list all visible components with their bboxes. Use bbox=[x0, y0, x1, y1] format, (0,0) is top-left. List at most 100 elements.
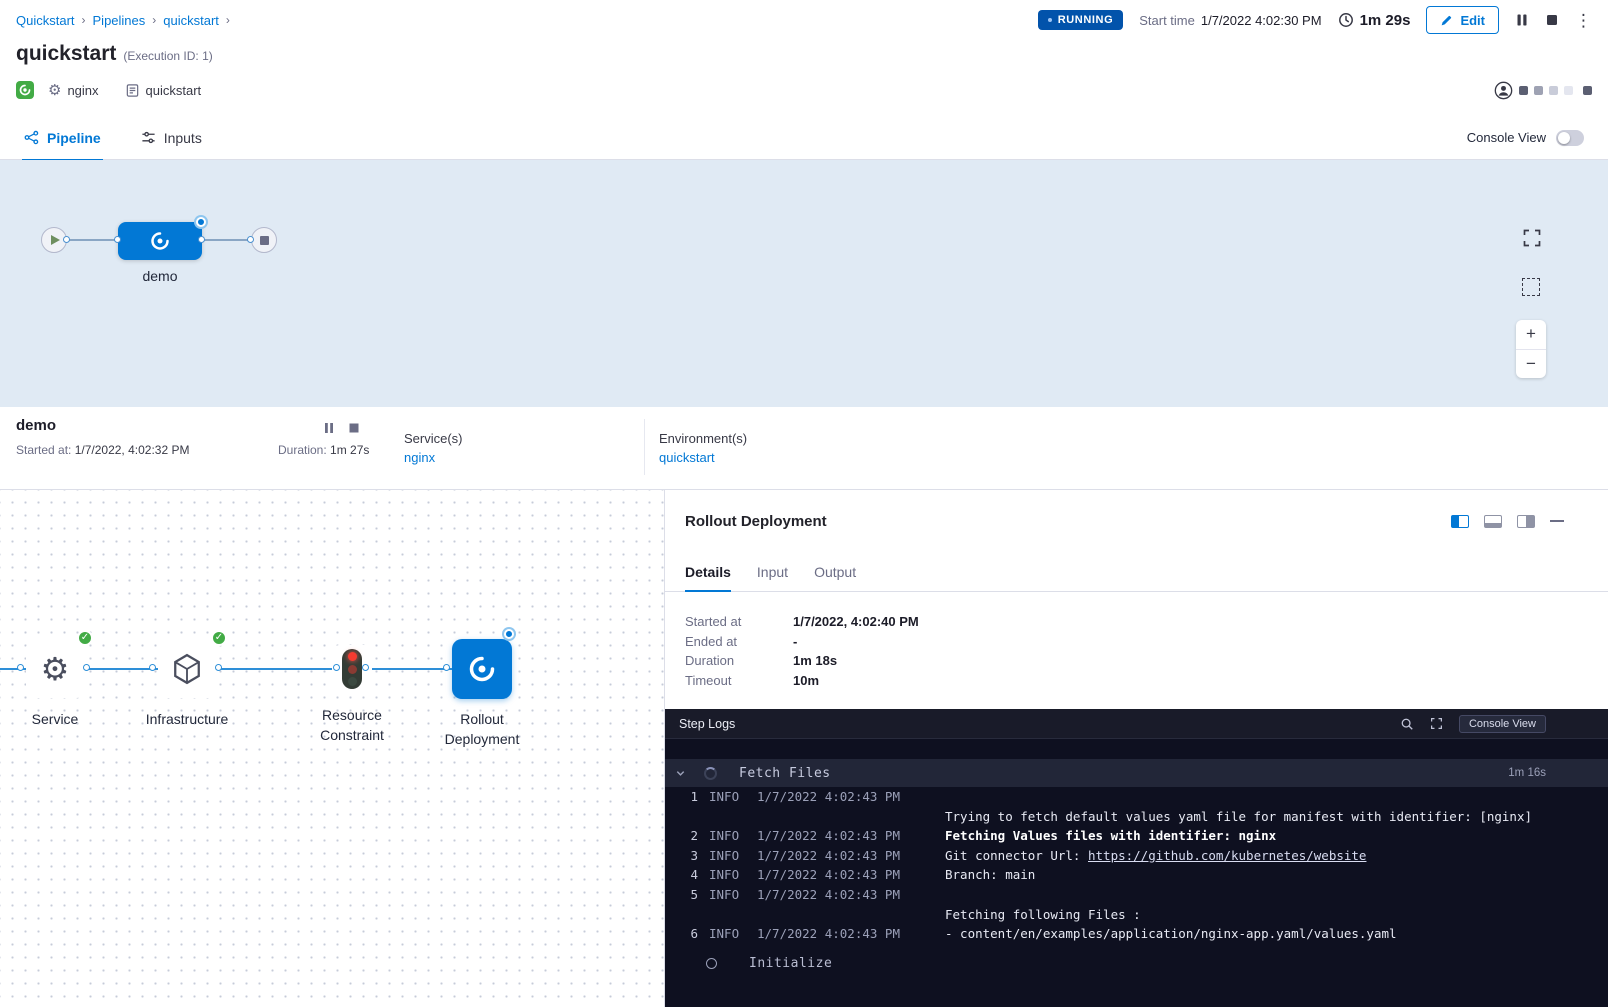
step-node-infrastructure[interactable] bbox=[158, 640, 216, 698]
pipeline-name-chip[interactable]: quickstart bbox=[146, 83, 202, 98]
log-level bbox=[709, 807, 743, 827]
elapsed-time: 1m 29s bbox=[1338, 12, 1411, 29]
canvas-select-icon[interactable] bbox=[1522, 278, 1540, 296]
log-timestamp: 1/7/2022 4:02:43 PM bbox=[757, 787, 907, 807]
rollout-step-icon bbox=[468, 655, 496, 683]
tab-input[interactable]: Input bbox=[757, 552, 788, 591]
stage-execution-canvas[interactable]: ⚙ ✓ ✓ Service In bbox=[0, 490, 665, 1007]
detail-label: Ended at bbox=[685, 632, 793, 652]
log-line: 3 INFO 1/7/2022 4:02:43 PM Git connector… bbox=[665, 846, 1608, 866]
stage-running-indicator bbox=[196, 217, 206, 227]
edge-connector-dot bbox=[215, 664, 222, 671]
pipeline-end-node bbox=[251, 227, 277, 253]
breadcrumb-pipelines[interactable]: Pipelines bbox=[93, 13, 146, 28]
pipeline-doc-icon bbox=[125, 83, 140, 98]
edge-connector-dot bbox=[17, 664, 24, 671]
summary-started: Started at: 1/7/2022, 4:02:32 PM bbox=[16, 443, 189, 457]
step-logs-title: Step Logs bbox=[679, 717, 735, 731]
log-line-number: 5 bbox=[684, 885, 698, 905]
git-connector-link[interactable]: https://github.com/kubernetes/website bbox=[1088, 848, 1366, 863]
step-details-list: Started at 1/7/2022, 4:02:40 PM Ended at… bbox=[665, 592, 1608, 690]
layout-split-right-icon[interactable] bbox=[1517, 515, 1535, 528]
top-bar-actions: RUNNING Start time 1/7/2022 4:02:30 PM 1… bbox=[1038, 6, 1592, 34]
chevron-down-icon[interactable] bbox=[675, 768, 686, 779]
log-line: 1 INFO 1/7/2022 4:02:43 PM bbox=[665, 787, 1608, 807]
log-line: 6 INFO 1/7/2022 4:02:43 PM - content/en/… bbox=[665, 924, 1608, 944]
zoom-controls: + − bbox=[1516, 320, 1546, 378]
environment-link[interactable]: quickstart bbox=[659, 450, 715, 465]
zoom-out-button[interactable]: − bbox=[1516, 349, 1546, 379]
canvas-fullscreen-icon[interactable] bbox=[1522, 228, 1542, 253]
elapsed-value: 1m 29s bbox=[1360, 12, 1411, 29]
console-view-button[interactable]: Console View bbox=[1459, 715, 1546, 733]
traffic-light-icon[interactable] bbox=[342, 649, 362, 689]
breadcrumb-separator: › bbox=[152, 13, 156, 27]
status-label: RUNNING bbox=[1058, 14, 1114, 26]
expand-logs-icon[interactable] bbox=[1430, 717, 1443, 730]
log-level: INFO bbox=[709, 846, 743, 866]
log-section-initialize[interactable]: Initialize bbox=[665, 950, 1608, 978]
pipeline-execution-page: Quickstart › Pipelines › quickstart › RU… bbox=[0, 0, 1608, 1007]
search-icon[interactable] bbox=[1400, 717, 1414, 731]
pipeline-graph-canvas[interactable]: demo + − bbox=[0, 160, 1608, 407]
stop-stage-icon[interactable] bbox=[348, 422, 360, 434]
console-view-toggle[interactable] bbox=[1556, 130, 1584, 146]
service-link[interactable]: nginx bbox=[404, 450, 435, 465]
layout-split-left-icon[interactable] bbox=[1451, 515, 1469, 528]
abort-execution-icon[interactable] bbox=[1545, 13, 1559, 27]
stage-summary-bar: demo Started at: 1/7/2022, 4:02:32 PM Du… bbox=[0, 407, 1608, 490]
execution-minimap bbox=[1494, 81, 1592, 100]
log-message: Git connector Url: https://github.com/ku… bbox=[945, 846, 1366, 866]
status-badge: RUNNING bbox=[1038, 10, 1124, 30]
breadcrumb-pipeline-name[interactable]: quickstart bbox=[163, 13, 219, 28]
traffic-mid-light bbox=[348, 665, 357, 674]
gear-icon: ⚙ bbox=[41, 653, 70, 685]
log-line-number bbox=[684, 905, 698, 925]
step-label-resource-constraint: Resource Constraint bbox=[302, 705, 402, 745]
environments-label: Environment(s) bbox=[659, 431, 747, 446]
detail-value: - bbox=[793, 632, 797, 652]
zoom-in-button[interactable]: + bbox=[1516, 320, 1546, 349]
loading-spinner-icon bbox=[704, 767, 717, 780]
console-view-label: Console View bbox=[1467, 130, 1546, 145]
edge-connector-dot bbox=[149, 664, 156, 671]
stage-node-demo[interactable] bbox=[118, 222, 202, 260]
tab-inputs[interactable]: Inputs bbox=[141, 116, 202, 160]
tab-output[interactable]: Output bbox=[814, 552, 856, 591]
summary-controls bbox=[323, 422, 360, 434]
tab-inputs-label: Inputs bbox=[164, 130, 202, 146]
edit-button[interactable]: Edit bbox=[1426, 6, 1499, 34]
log-section-fetch-files[interactable]: Fetch Files 1m 16s bbox=[665, 759, 1608, 787]
step-node-service[interactable]: ⚙ bbox=[26, 640, 84, 698]
stage-node-label: demo bbox=[118, 268, 202, 284]
log-line-number bbox=[684, 807, 698, 827]
duration-label: Duration: bbox=[278, 443, 327, 457]
tab-pipeline[interactable]: Pipeline bbox=[24, 116, 101, 160]
edge-connector-dot bbox=[333, 664, 340, 671]
traffic-red-light bbox=[348, 652, 357, 661]
start-time-label: Start time bbox=[1139, 13, 1195, 28]
tab-pipeline-label: Pipeline bbox=[47, 130, 101, 146]
pause-stage-icon[interactable] bbox=[323, 422, 335, 434]
minimap-block bbox=[1534, 86, 1543, 95]
panel-layout-controls bbox=[1451, 515, 1564, 528]
layout-split-bottom-icon[interactable] bbox=[1484, 515, 1502, 528]
breadcrumb-project[interactable]: Quickstart bbox=[16, 13, 75, 28]
log-message: Branch: main bbox=[945, 865, 1035, 885]
service-name-chip[interactable]: nginx bbox=[67, 83, 98, 98]
edit-button-label: Edit bbox=[1460, 13, 1485, 28]
log-line: Trying to fetch default values yaml file… bbox=[665, 807, 1608, 827]
more-options-icon[interactable]: ⋮ bbox=[1575, 12, 1592, 29]
log-line-number: 2 bbox=[684, 826, 698, 846]
step-node-rollout-deployment[interactable] bbox=[452, 639, 512, 699]
detail-label: Started at bbox=[685, 612, 793, 632]
duration-value: 1m 27s bbox=[330, 443, 369, 457]
edge-connector-dot bbox=[198, 236, 205, 243]
tab-details[interactable]: Details bbox=[685, 552, 731, 591]
user-avatar-icon[interactable] bbox=[1494, 81, 1513, 100]
breadcrumb-separator: › bbox=[82, 13, 86, 27]
minimize-panel-icon[interactable] bbox=[1550, 520, 1564, 522]
pause-execution-icon[interactable] bbox=[1515, 13, 1529, 27]
log-timestamp: 1/7/2022 4:02:43 PM bbox=[757, 885, 907, 905]
hexagon-icon bbox=[170, 652, 204, 686]
